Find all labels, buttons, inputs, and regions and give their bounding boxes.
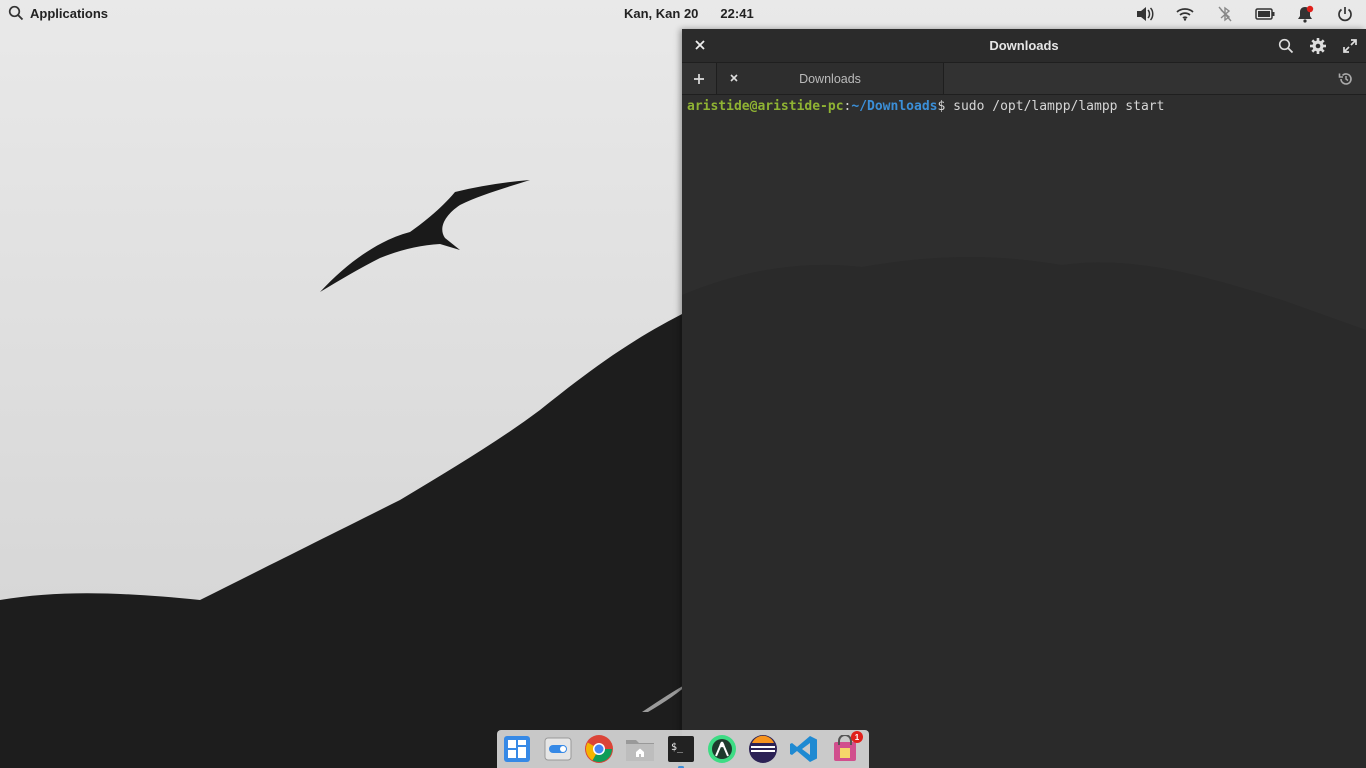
dock-terminal[interactable]: $_	[665, 733, 697, 768]
terminal-icon: $_	[668, 736, 694, 762]
prompt-symbol: $	[937, 99, 954, 114]
dock-android-studio[interactable]	[706, 733, 738, 765]
history-icon	[1338, 73, 1352, 85]
appcenter-badge: 1	[851, 731, 863, 743]
titlebar-actions	[1276, 36, 1360, 56]
tab-bar: Downloads	[682, 62, 1366, 95]
top-panel: Applications Kan, Kan 20 22:41	[0, 0, 1366, 28]
search-icon	[8, 5, 24, 21]
chrome-icon	[585, 735, 613, 763]
eclipse-icon	[749, 735, 777, 763]
terminal-window: Downloads Downloads aristide@aristide-pc…	[682, 29, 1366, 768]
dock-multitasking-view[interactable]	[501, 733, 533, 765]
wifi-icon[interactable]	[1174, 4, 1196, 24]
datetime-indicator[interactable]: Kan, Kan 20 22:41	[624, 6, 754, 21]
android-studio-icon	[708, 735, 736, 763]
gear-icon	[1310, 38, 1326, 54]
battery-icon[interactable]	[1254, 4, 1276, 24]
date-text: Kan, Kan 20	[624, 6, 699, 21]
settings-toggle-icon	[544, 737, 572, 761]
tab-label: Downloads	[799, 72, 861, 86]
vscode-icon	[790, 736, 817, 762]
search-icon	[1278, 38, 1294, 54]
system-tray	[1134, 4, 1356, 24]
bluetooth-off-icon[interactable]	[1214, 4, 1236, 24]
prompt-line: aristide@aristide-pc:~/Downloads$ sudo /…	[687, 99, 1361, 114]
command-text: sudo /opt/lampp/lampp start	[953, 99, 1165, 114]
applications-label: Applications	[30, 5, 109, 21]
dock-eclipse[interactable]	[747, 733, 779, 765]
notifications-icon[interactable]	[1294, 4, 1316, 24]
maximize-icon	[1343, 39, 1357, 53]
dock-files[interactable]	[624, 733, 656, 765]
prompt-user: aristide@aristide-pc	[687, 99, 844, 114]
files-icon	[626, 740, 654, 761]
dock-appcenter[interactable]: 1	[829, 731, 863, 765]
terminal-background-image	[682, 95, 1366, 768]
search-button[interactable]	[1276, 36, 1296, 56]
dock-vscode[interactable]	[788, 733, 820, 765]
multitasking-icon	[504, 736, 530, 762]
time-text: 22:41	[720, 6, 754, 21]
maximize-button[interactable]	[1340, 36, 1360, 56]
new-tab-button[interactable]	[682, 63, 717, 94]
dock: $_ 1	[497, 730, 869, 768]
dock-system-settings[interactable]	[542, 733, 574, 765]
window-title: Downloads	[989, 38, 1059, 53]
applications-menu[interactable]: Applications	[8, 5, 108, 21]
dock-chrome[interactable]	[583, 733, 615, 765]
terminal-titlebar[interactable]: Downloads	[682, 29, 1366, 62]
power-icon[interactable]	[1334, 4, 1356, 24]
plus-icon	[694, 73, 704, 84]
history-button[interactable]	[1336, 69, 1356, 89]
settings-button[interactable]	[1308, 36, 1328, 56]
terminal-output[interactable]: aristide@aristide-pc:~/Downloads$ sudo /…	[682, 95, 1366, 768]
prompt-path: ~/Downloads	[851, 99, 938, 114]
svg-text:$_: $_	[671, 742, 684, 753]
volume-icon[interactable]	[1134, 4, 1156, 24]
tab-downloads[interactable]: Downloads	[717, 63, 944, 94]
